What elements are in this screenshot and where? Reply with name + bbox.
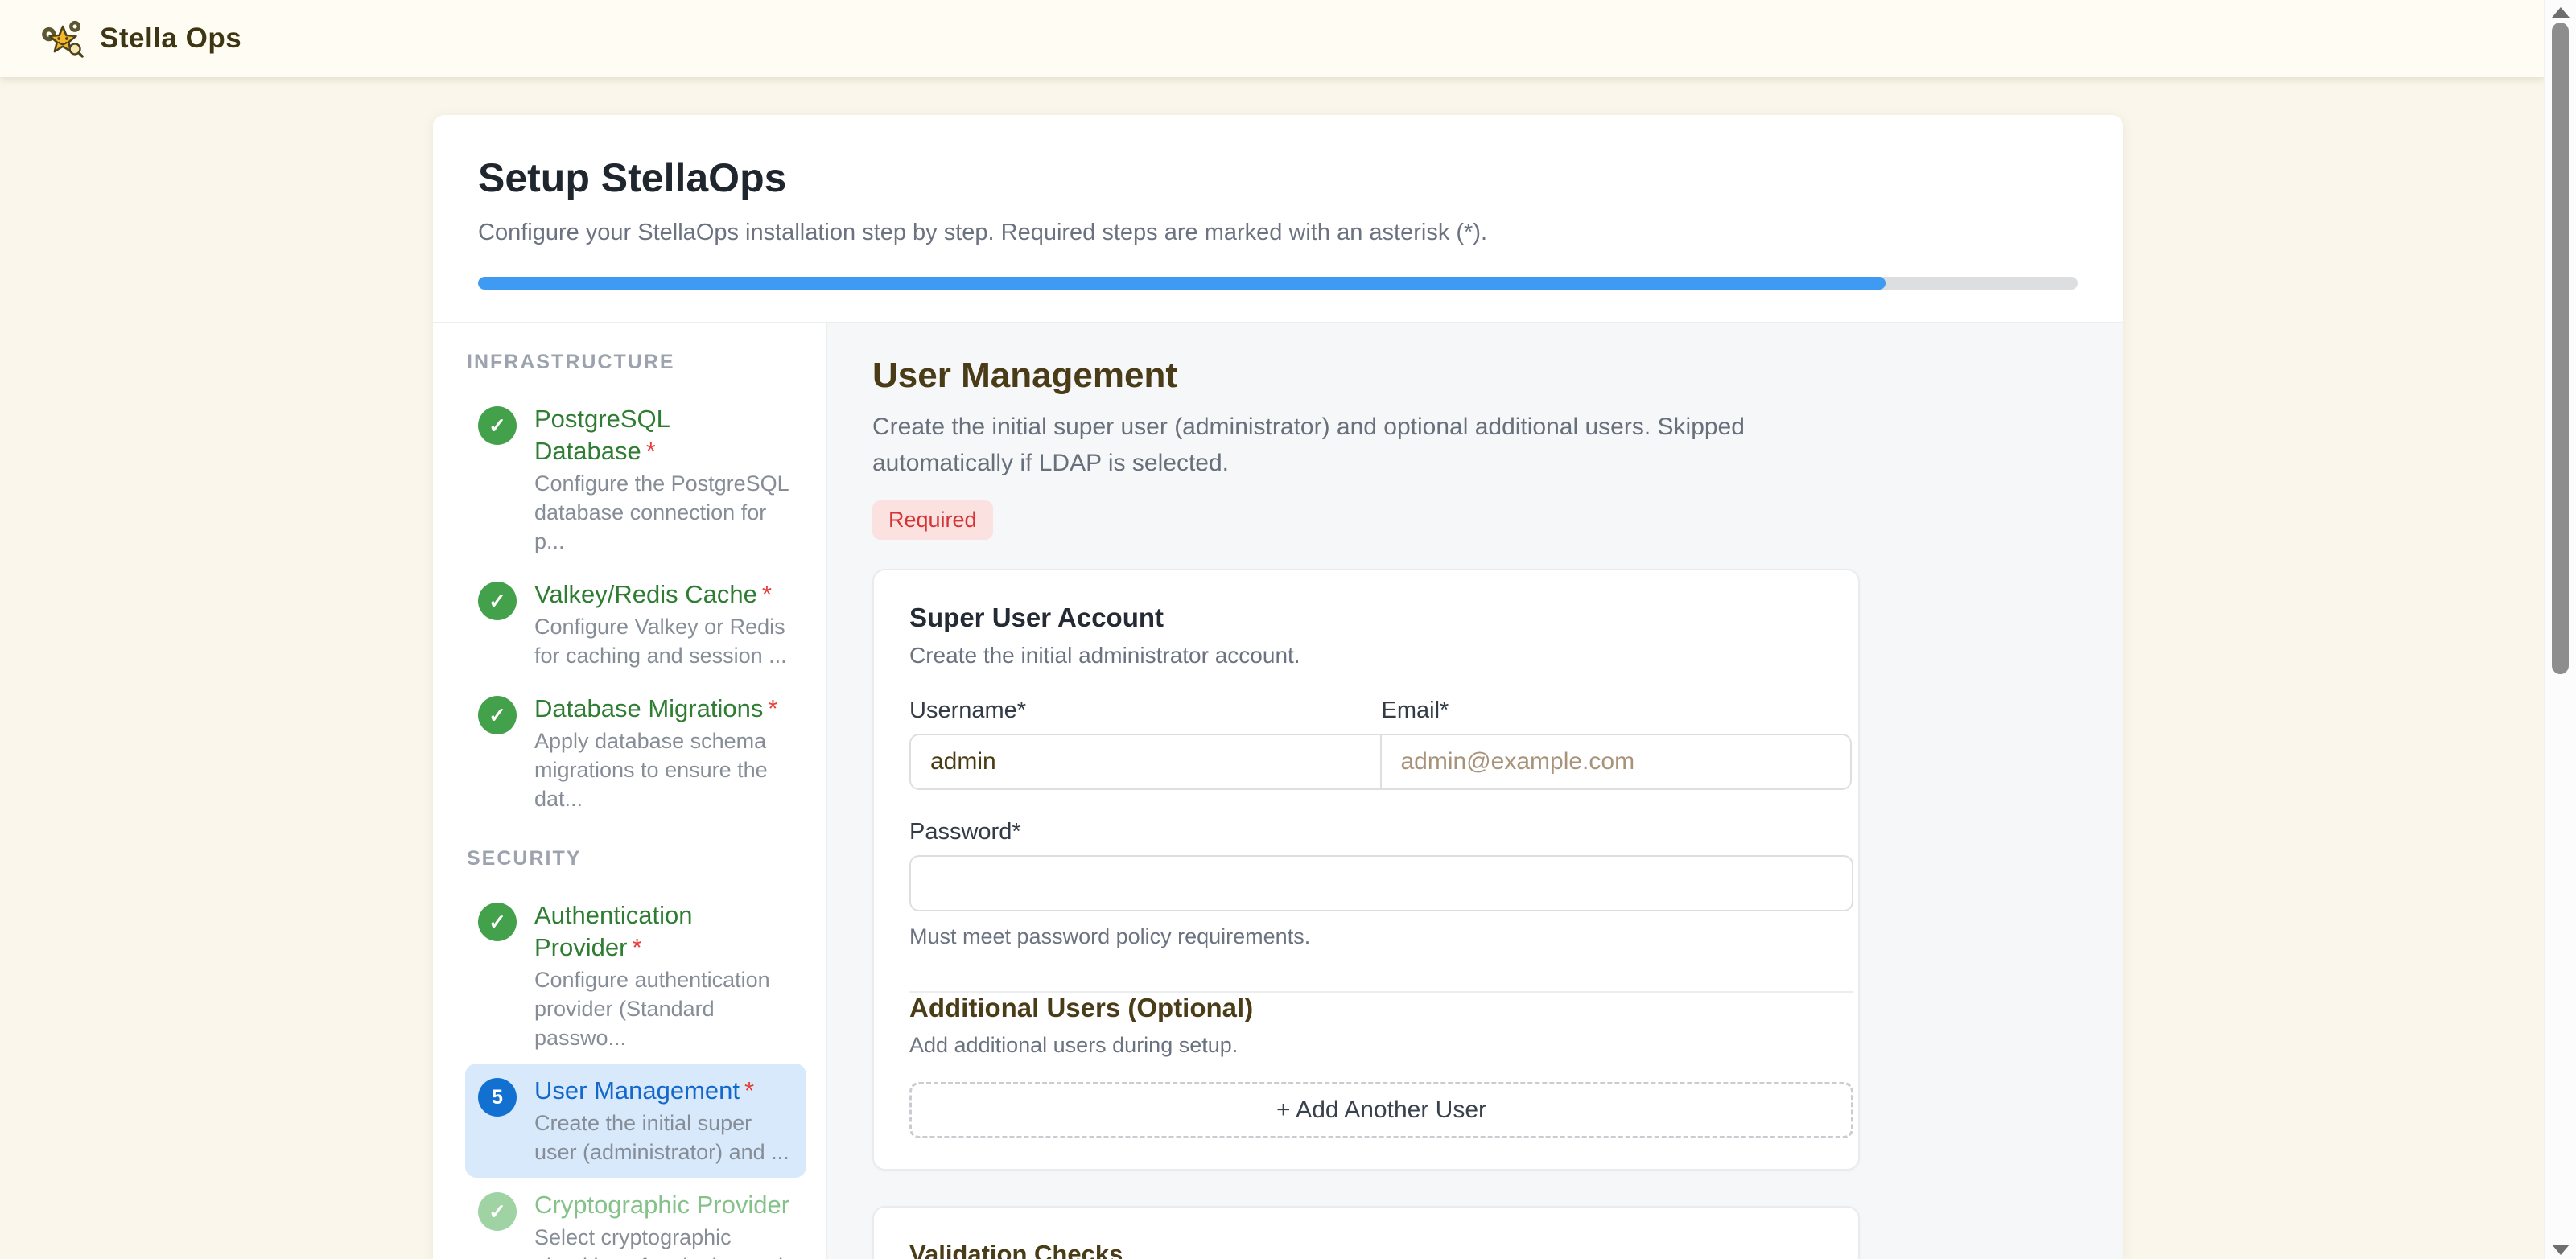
step-text: Cryptographic Provider Select cryptograp… (534, 1189, 793, 1259)
steps-sidebar: INFRASTRUCTURE ✓ PostgreSQL Database* Co… (433, 323, 827, 1259)
step-title: Database Migrations (534, 694, 763, 722)
step-description: Apply database schema migrations to ensu… (534, 726, 793, 813)
step-completed-icon: ✓ (478, 696, 517, 734)
sidebar-item-authentication-provider[interactable]: ✓ Authentication Provider* Configure aut… (465, 888, 806, 1064)
setup-wizard-panel: Setup StellaOps Configure your StellaOps… (433, 115, 2123, 1259)
additional-users-description: Add additional users during setup. (909, 1033, 1853, 1058)
step-number-badge: 5 (478, 1078, 517, 1117)
sidebar-item-user-management[interactable]: 5 User Management* Create the initial su… (465, 1064, 806, 1178)
vertical-scrollbar[interactable] (2544, 0, 2576, 1259)
step-number: 5 (492, 1086, 503, 1109)
step-content-area: User Management Create the initial super… (827, 323, 2123, 1259)
step-page-title: User Management (872, 356, 2123, 396)
super-user-card-description: Create the initial administrator account… (909, 643, 1823, 669)
required-asterisk: * (762, 580, 772, 608)
step-completed-icon: ✓ (478, 582, 517, 620)
step-completed-icon: ✓ (478, 903, 517, 941)
password-label: Password* (909, 819, 1853, 846)
step-description: Configure authentication provider (Stand… (534, 965, 793, 1052)
step-text: Authentication Provider* Configure authe… (534, 899, 793, 1052)
step-text: PostgreSQL Database* Configure the Postg… (534, 403, 793, 556)
check-icon: ✓ (488, 1199, 506, 1224)
check-icon: ✓ (488, 413, 506, 438)
sidebar-item-postgresql-database[interactable]: ✓ PostgreSQL Database* Configure the Pos… (465, 392, 806, 567)
step-title: Authentication Provider (534, 901, 692, 961)
scroll-up-arrow-icon[interactable] (2552, 7, 2570, 18)
stella-ops-logo-icon (40, 16, 85, 61)
password-hint: Must meet password policy requirements. (909, 924, 1853, 949)
sidebar-item-database-migrations[interactable]: ✓ Database Migrations* Apply database sc… (465, 681, 806, 825)
validation-checks-card: Validation Checks connectivity Check pas… (872, 1206, 1860, 1259)
check-icon: ✓ (488, 910, 506, 935)
setup-progress-bar (478, 277, 2078, 290)
sidebar-item-valkey-redis-cache[interactable]: ✓ Valkey/Redis Cache* Configure Valkey o… (465, 567, 806, 681)
username-label: Username* (909, 697, 1382, 724)
super-user-card: Super User Account Create the initial ad… (872, 569, 1860, 1171)
brand-title: Stella Ops (100, 23, 241, 55)
step-title: Valkey/Redis Cache (534, 580, 757, 608)
additional-users-title: Additional Users (Optional) (909, 993, 1853, 1023)
step-text: Database Migrations* Apply database sche… (534, 693, 793, 813)
section-label-infrastructure: INFRASTRUCTURE (467, 351, 806, 374)
setup-progress-fill (478, 277, 1886, 290)
username-field[interactable] (909, 734, 1382, 790)
step-title: User Management (534, 1076, 740, 1105)
page-title: Setup StellaOps (478, 155, 2078, 200)
required-badge: Required (872, 500, 993, 540)
sidebar-item-cryptographic-provider[interactable]: ✓ Cryptographic Provider Select cryptogr… (465, 1178, 806, 1259)
page-subtitle: Configure your StellaOps installation st… (478, 220, 2078, 246)
required-asterisk: * (646, 437, 656, 465)
add-another-user-button[interactable]: + Add Another User (909, 1082, 1853, 1138)
step-description: Configure Valkey or Redis for caching an… (534, 612, 793, 670)
step-completed-icon: ✓ (478, 1192, 517, 1231)
super-user-card-title: Super User Account (909, 603, 1823, 633)
check-icon: ✓ (488, 589, 506, 614)
scroll-down-arrow-icon[interactable] (2552, 1245, 2570, 1255)
required-asterisk: * (744, 1076, 754, 1105)
app-header: Stella Ops (0, 0, 2545, 77)
email-label: Email* (1382, 697, 1854, 724)
required-asterisk: * (632, 933, 641, 961)
step-description: Configure the PostgreSQL database connec… (534, 469, 793, 556)
setup-header: Setup StellaOps Configure your StellaOps… (433, 115, 2123, 322)
scrollbar-thumb[interactable] (2552, 23, 2569, 674)
password-field[interactable] (909, 855, 1853, 911)
step-text: User Management* Create the initial supe… (534, 1075, 793, 1166)
check-icon: ✓ (488, 703, 506, 728)
step-title: Cryptographic Provider (534, 1191, 789, 1219)
setup-body: INFRASTRUCTURE ✓ PostgreSQL Database* Co… (433, 322, 2123, 1259)
required-asterisk: * (768, 694, 777, 722)
step-text: Valkey/Redis Cache* Configure Valkey or … (534, 578, 793, 670)
step-description: Create the initial super user (administr… (534, 1109, 793, 1166)
step-page-description: Create the initial super user (administr… (872, 409, 1758, 481)
email-field[interactable] (1380, 734, 1853, 790)
section-label-security: SECURITY (467, 847, 806, 870)
step-completed-icon: ✓ (478, 406, 517, 445)
validation-checks-title: Validation Checks (909, 1240, 1853, 1259)
step-description: Select cryptographic algorithms for sign… (534, 1223, 793, 1259)
